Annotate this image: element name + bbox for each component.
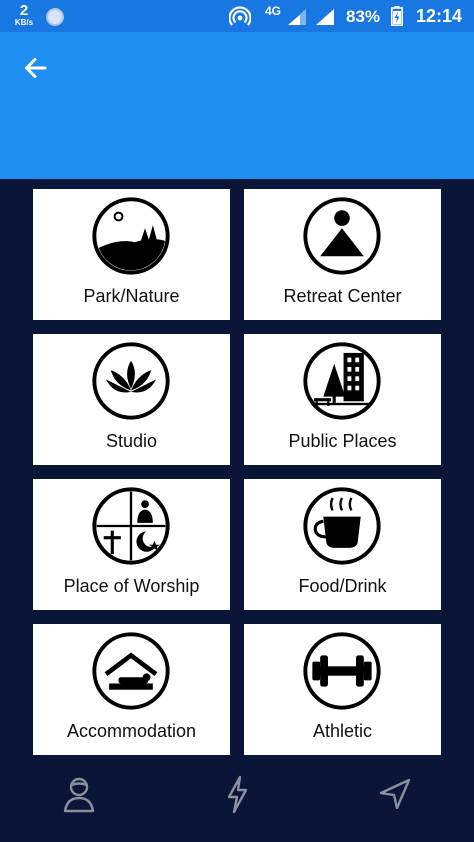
navigation-arrow-icon xyxy=(379,778,411,810)
worship-icon xyxy=(92,487,170,565)
coffee-cup-icon xyxy=(303,487,381,565)
network-type: 4G xyxy=(265,4,282,18)
park-nature-icon xyxy=(92,197,170,275)
category-label: Public Places xyxy=(288,431,397,451)
category-park-nature[interactable]: Park/Nature xyxy=(33,189,230,320)
signal-icon xyxy=(316,9,334,25)
retreat-center-icon xyxy=(303,197,381,275)
bed-icon xyxy=(92,632,170,710)
city-tree-icon xyxy=(303,342,381,420)
category-retreat-center[interactable]: Retreat Center xyxy=(244,189,441,320)
category-label: Retreat Center xyxy=(283,286,402,306)
lotus-icon xyxy=(92,342,170,420)
nav-activity-button[interactable] xyxy=(219,774,255,814)
network-speed: 2 KB/s xyxy=(12,3,36,27)
signal-icon xyxy=(288,9,306,25)
category-label: Park/Nature xyxy=(83,286,180,306)
category-studio[interactable]: Studio xyxy=(33,334,230,465)
hotspot-icon xyxy=(229,6,251,26)
bottom-navigation xyxy=(0,758,474,842)
category-label: Studio xyxy=(105,431,158,451)
arrow-left-icon xyxy=(25,58,47,78)
category-label: Food/Drink xyxy=(298,576,387,596)
category-public-places[interactable]: Public Places xyxy=(244,334,441,465)
user-icon xyxy=(63,777,95,813)
status-bar: 2 KB/s 4G 83% 12:14 xyxy=(0,0,474,32)
nav-profile-button[interactable] xyxy=(61,774,97,814)
sync-icon xyxy=(46,8,64,26)
lightning-icon xyxy=(227,775,248,814)
battery-charging-icon xyxy=(391,6,403,26)
category-food-drink[interactable]: Food/Drink xyxy=(244,479,441,610)
back-button[interactable] xyxy=(20,54,52,82)
category-accommodation[interactable]: Accommodation xyxy=(33,624,230,755)
battery-percent: 83% xyxy=(346,7,381,26)
nav-directions-button[interactable] xyxy=(377,774,413,814)
category-label: Place of Worship xyxy=(63,576,200,596)
clock: 12:14 xyxy=(415,6,462,26)
dumbbell-icon xyxy=(303,632,381,710)
network-speed-value: 2 xyxy=(19,2,29,19)
app-bar xyxy=(0,32,474,179)
category-place-of-worship[interactable]: Place of Worship xyxy=(33,479,230,610)
category-label: Athletic xyxy=(312,721,373,741)
category-label: Accommodation xyxy=(66,721,197,741)
network-speed-unit: KB/s xyxy=(14,18,34,27)
category-athletic[interactable]: Athletic xyxy=(244,624,441,755)
